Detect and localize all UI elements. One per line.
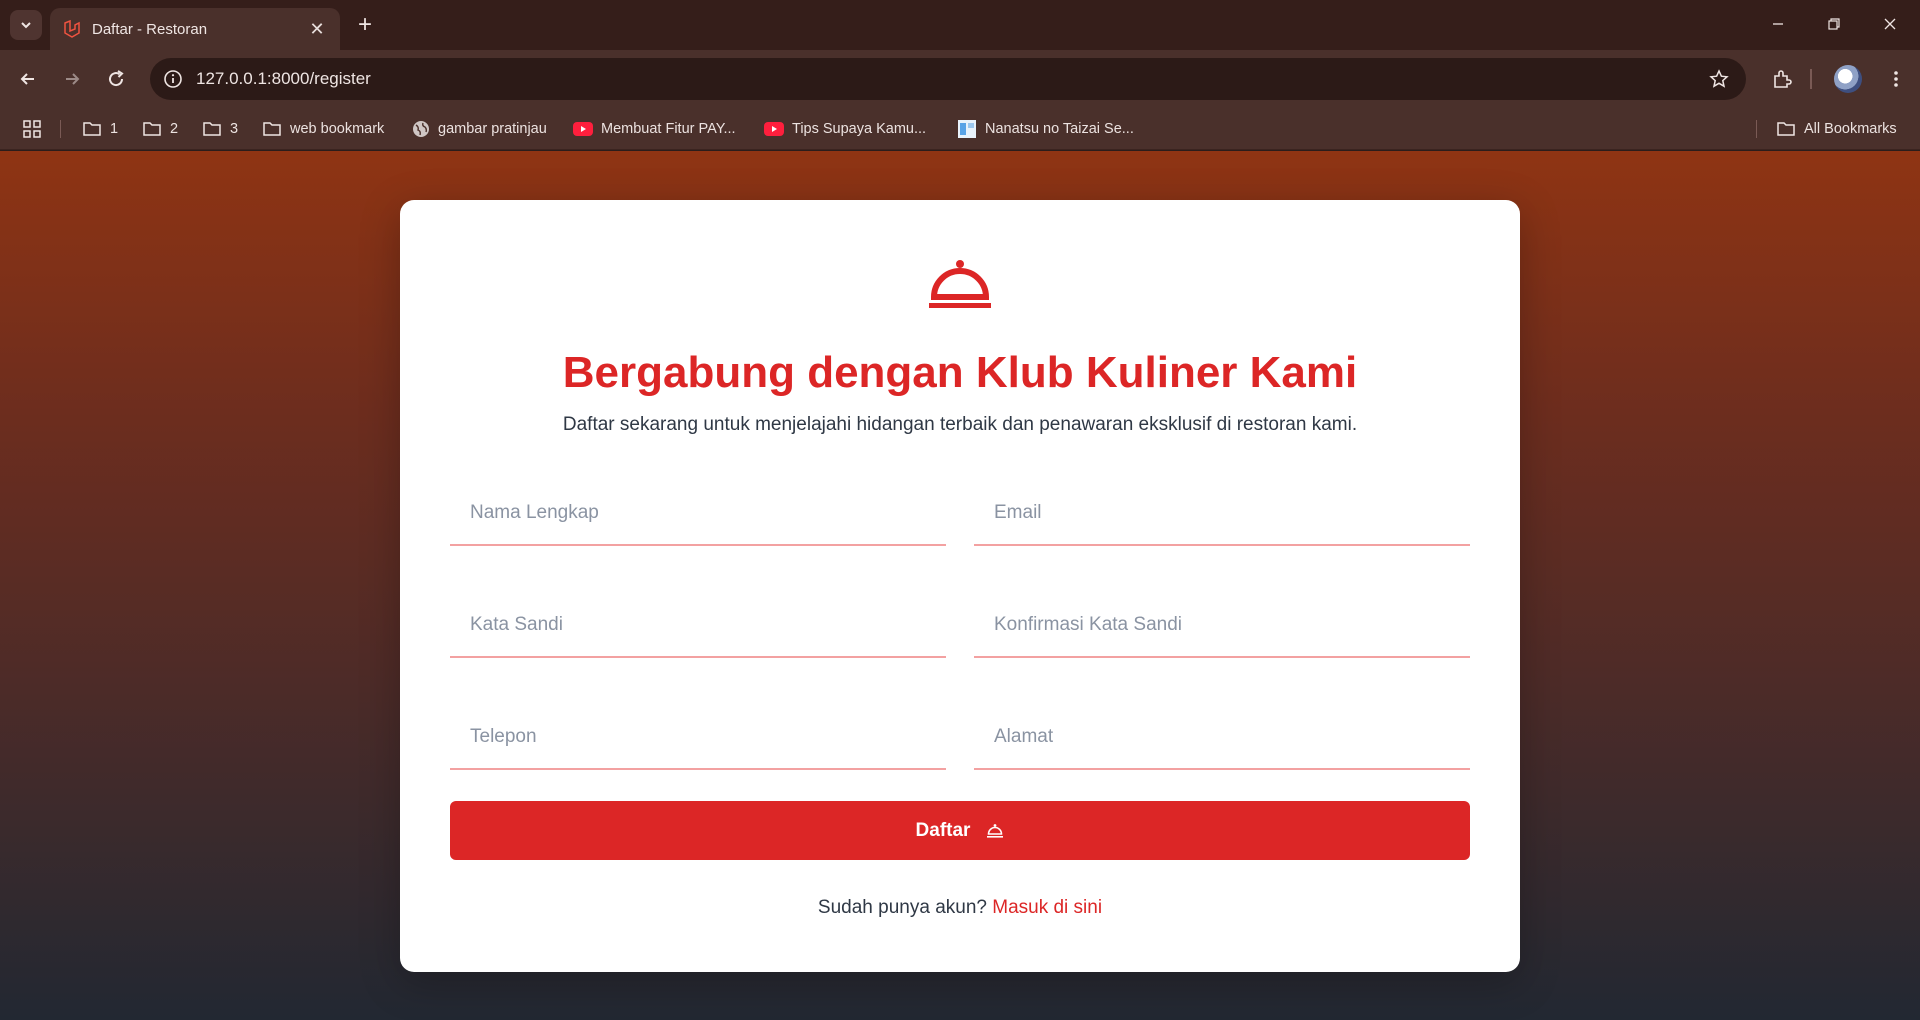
address-bar[interactable]: 127.0.0.1:8000/register: [150, 58, 1746, 100]
address-field[interactable]: [974, 706, 1470, 770]
laravel-icon: [64, 19, 80, 38]
site-info-icon[interactable]: [160, 66, 186, 92]
bookmark-folder-web[interactable]: web bookmark: [262, 108, 384, 150]
cloche-icon: [987, 823, 1004, 838]
folder-icon: [1777, 122, 1795, 136]
bookmark-gambar[interactable]: gambar pratinjau: [412, 108, 547, 150]
toolbar-divider: [1810, 69, 1812, 89]
address-input[interactable]: [974, 706, 1470, 768]
tab-active[interactable]: Daftar - Restoran ✕: [50, 8, 340, 50]
folder-icon: [143, 122, 161, 136]
phone-field[interactable]: [450, 706, 946, 770]
phone-input[interactable]: [450, 706, 946, 768]
cloche-icon: [929, 260, 991, 308]
url-text: 127.0.0.1:8000/register: [196, 69, 371, 88]
password-input[interactable]: [450, 594, 946, 656]
browser-toolbar: 127.0.0.1:8000/register: [0, 50, 1920, 108]
youtube-icon: [573, 122, 593, 136]
email-input[interactable]: [974, 482, 1470, 544]
close-icon: [1884, 18, 1896, 30]
page-title: Bergabung dengan Klub Kuliner Kami: [562, 348, 1358, 397]
bookmark-star-icon[interactable]: [1706, 66, 1732, 92]
profile-avatar[interactable]: [1834, 65, 1862, 93]
close-tab-icon[interactable]: ✕: [306, 19, 328, 40]
email-field[interactable]: [974, 482, 1470, 546]
bookmark-folder-3[interactable]: 3: [202, 108, 238, 150]
restore-icon: [1828, 18, 1840, 30]
name-field[interactable]: [450, 482, 946, 546]
all-bookmarks[interactable]: All Bookmarks: [1776, 108, 1897, 150]
register-button[interactable]: Daftar: [450, 801, 1470, 860]
tab-title: Daftar - Restoran: [92, 20, 208, 38]
youtube-icon: [764, 122, 784, 136]
reload-button[interactable]: [100, 63, 132, 95]
bookmark-folder-2[interactable]: 2: [142, 108, 178, 150]
restore-button[interactable]: [1814, 8, 1854, 40]
arrow-left-icon: [20, 73, 34, 85]
page-background: Bergabung dengan Klub Kuliner Kami Dafta…: [0, 151, 1920, 1020]
site-icon: [958, 120, 976, 138]
bookmark-yt-1[interactable]: Membuat Fitur PAY...: [573, 108, 736, 150]
bookmark-folder-1[interactable]: 1: [82, 108, 118, 150]
chevron-down-icon: [21, 22, 31, 29]
reload-icon: [109, 70, 124, 87]
bookmark-yt-2[interactable]: Tips Supaya Kamu...: [764, 108, 926, 150]
register-card: Bergabung dengan Klub Kuliner Kami Dafta…: [400, 200, 1520, 972]
bookmark-separator: [1756, 120, 1757, 138]
password-confirm-input[interactable]: [974, 594, 1470, 656]
bookmark-separator: [60, 120, 61, 138]
password-confirm-field[interactable]: [974, 594, 1470, 658]
bookmarks-bar: 1 2 3 web bookmark gambar pratinjau Memb…: [0, 108, 1920, 150]
minimize-button[interactable]: [1758, 8, 1798, 40]
login-prompt: Sudah punya akun? Masuk di sini: [400, 897, 1520, 919]
login-prompt-text: Sudah punya akun?: [817, 897, 987, 918]
arrow-right-icon: [66, 73, 80, 85]
tab-strip: Daftar - Restoran ✕ +: [0, 0, 1920, 50]
close-window-button[interactable]: [1870, 8, 1910, 40]
minimize-icon: [1773, 23, 1783, 25]
register-button-label: Daftar: [915, 819, 971, 841]
forward-button[interactable]: [56, 63, 88, 95]
back-button[interactable]: [12, 63, 44, 95]
more-menu-icon[interactable]: [1880, 63, 1912, 95]
new-tab-button[interactable]: +: [352, 12, 378, 38]
password-field[interactable]: [450, 594, 946, 658]
folder-icon: [263, 122, 281, 136]
name-input[interactable]: [450, 482, 946, 544]
folder-icon: [203, 122, 221, 136]
bookmark-nanatsu[interactable]: Nanatsu no Taizai Se...: [957, 108, 1134, 150]
globe-icon: [413, 121, 429, 137]
page-subtitle: Daftar sekarang untuk menjelajahi hidang…: [562, 414, 1358, 435]
login-link[interactable]: Masuk di sini: [992, 897, 1102, 918]
apps-icon[interactable]: [22, 108, 50, 150]
folder-icon: [83, 122, 101, 136]
extensions-icon[interactable]: [1766, 63, 1798, 95]
tab-search-button[interactable]: [10, 10, 42, 40]
